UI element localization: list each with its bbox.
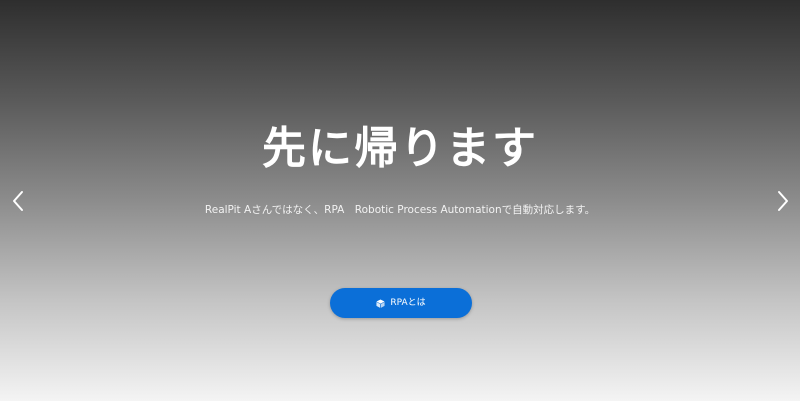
hero-carousel-slide: 先に帰ります RealPit Aさんではなく、RPA Robotic Proce… [0,0,800,401]
cube-icon [376,298,385,308]
what-is-rpa-label: RPAとは [390,298,426,308]
hero-subtitle: RealPit Aさんではなく、RPA Robotic Process Auto… [204,204,596,216]
what-is-rpa-button[interactable]: RPAとは [330,288,472,318]
hero-title: 先に帰ります [262,123,538,174]
